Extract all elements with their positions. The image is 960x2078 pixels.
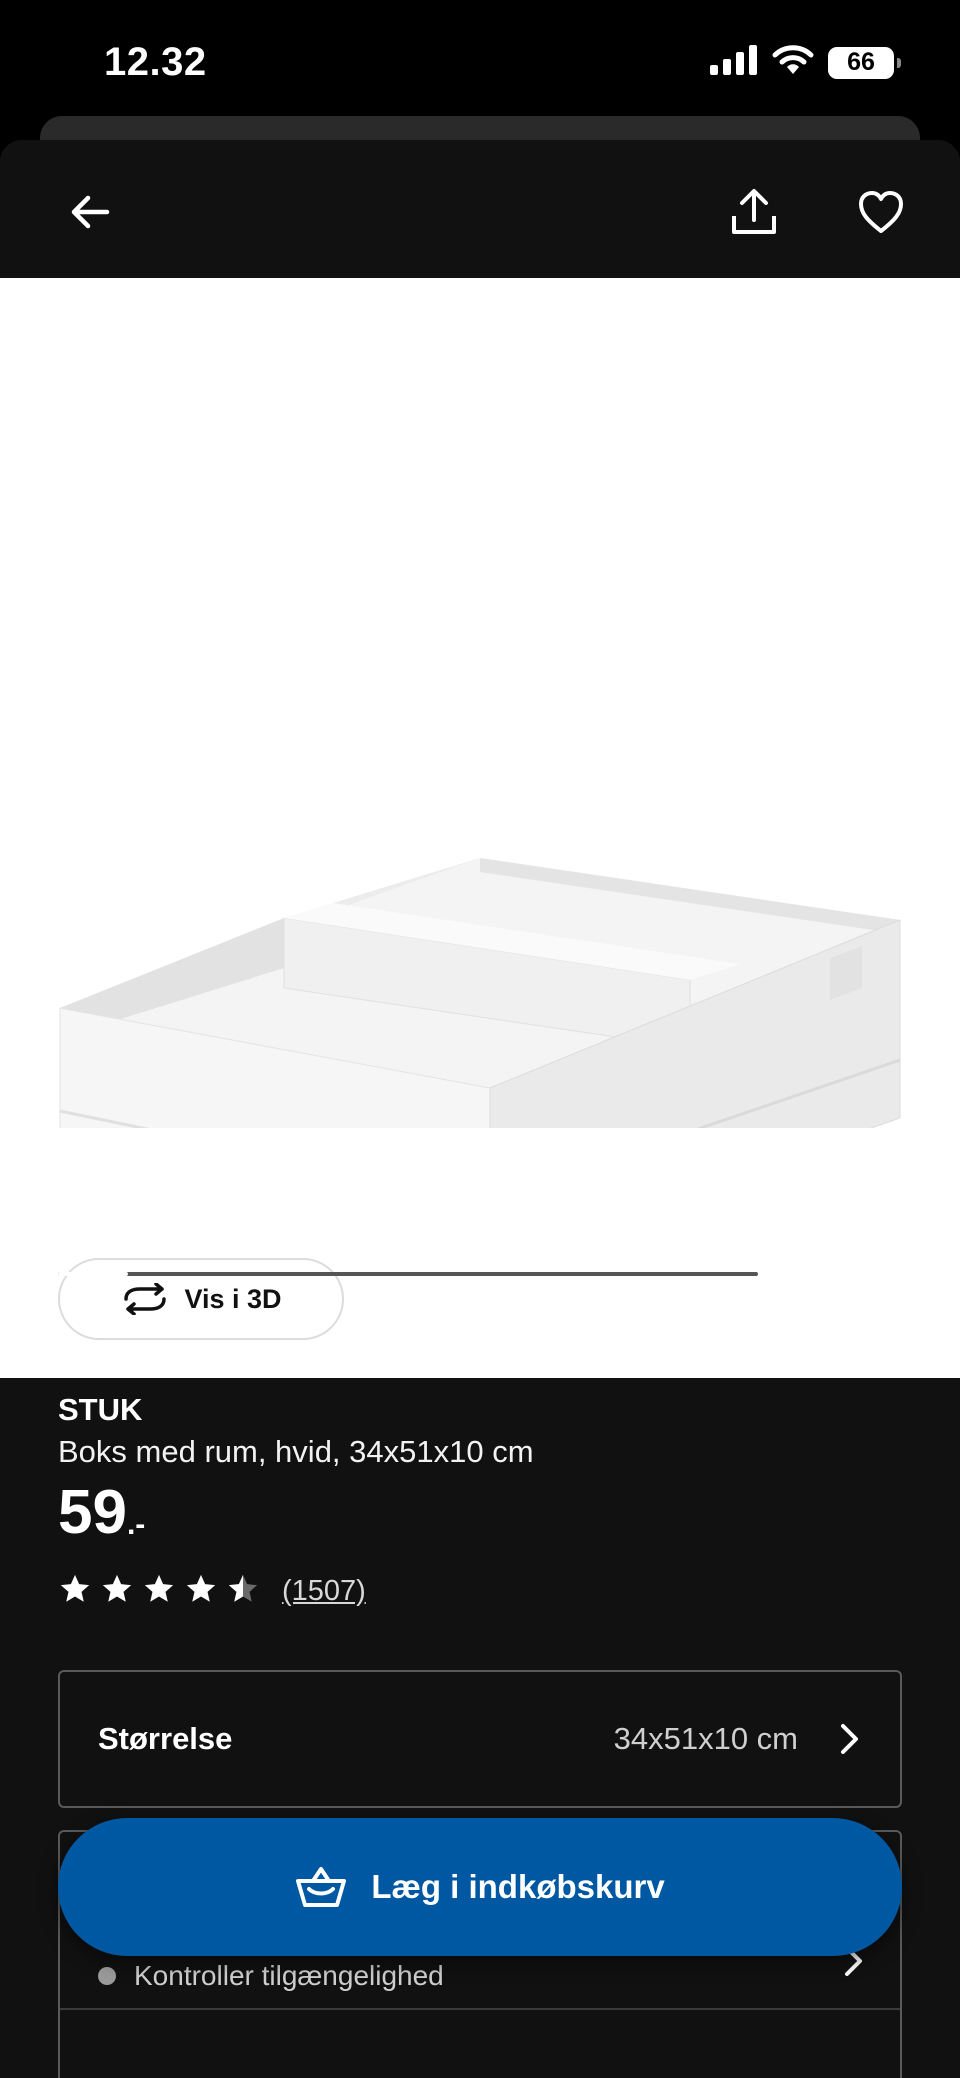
add-to-cart-label: Læg i indkøbskurv: [371, 1868, 665, 1905]
price-amount: 59: [58, 1478, 127, 1547]
half-star-icon: [226, 1572, 260, 1611]
size-selector[interactable]: Størrelse 34x51x10 cm: [58, 1670, 902, 1808]
review-count-link[interactable]: (1507): [282, 1575, 366, 1608]
signal-icon: [710, 45, 758, 80]
status-icons: 66: [710, 44, 901, 81]
size-value: 34x51x10 cm: [613, 1721, 798, 1756]
gallery-progress-bar: [58, 1272, 758, 1276]
gallery-progress-fill: [58, 1272, 128, 1276]
product-image: [59, 858, 901, 1128]
status-time: 12.32: [104, 40, 207, 84]
chevron-right-icon: [841, 1724, 858, 1754]
share-icon: [732, 189, 776, 234]
size-label: Størrelse: [98, 1721, 233, 1756]
share-button[interactable]: [716, 174, 792, 250]
star-icon: [100, 1572, 134, 1611]
star-icon: [184, 1572, 218, 1611]
battery-icon: 66: [828, 46, 901, 79]
wifi-icon: [772, 44, 814, 81]
view-3d-button[interactable]: Vis i 3D: [58, 1258, 344, 1340]
back-arrow-icon: [71, 195, 110, 229]
star-icon: [142, 1572, 176, 1611]
add-to-cart-button[interactable]: Læg i indkøbskurv: [58, 1818, 902, 1956]
divider: [60, 2008, 900, 2010]
product-description: Boks med rum, hvid, 34x51x10 cm: [58, 1434, 534, 1469]
availability-text: Kontroller tilgængelighed: [134, 1960, 444, 1991]
product-name: STUK: [58, 1392, 143, 1427]
product-gallery[interactable]: Vis i 3D: [0, 278, 960, 1378]
rotate-icon: [124, 1283, 167, 1315]
star-icon: [58, 1572, 92, 1611]
gallery-counter: 1 af 10: [799, 1260, 880, 1290]
product-price: 59 .-: [58, 1478, 145, 1548]
product-sheet: Vis i 3D 1 af 10 STUK Boks med rum, hvid…: [0, 140, 960, 2078]
back-button[interactable]: [52, 174, 128, 250]
favorite-button[interactable]: [843, 174, 919, 250]
top-nav: [0, 140, 960, 278]
view-3d-label: Vis i 3D: [184, 1283, 282, 1314]
battery-level: 66: [847, 48, 875, 76]
status-dot-icon: [98, 1967, 116, 1985]
rating[interactable]: (1507): [58, 1572, 366, 1611]
price-suffix: .-: [126, 1508, 146, 1541]
heart-icon: [859, 191, 903, 233]
status-bar: 12.32 66: [0, 0, 960, 120]
availability-status: Kontroller tilgængelighed: [98, 1960, 444, 1992]
basket-icon: [296, 1867, 347, 1907]
